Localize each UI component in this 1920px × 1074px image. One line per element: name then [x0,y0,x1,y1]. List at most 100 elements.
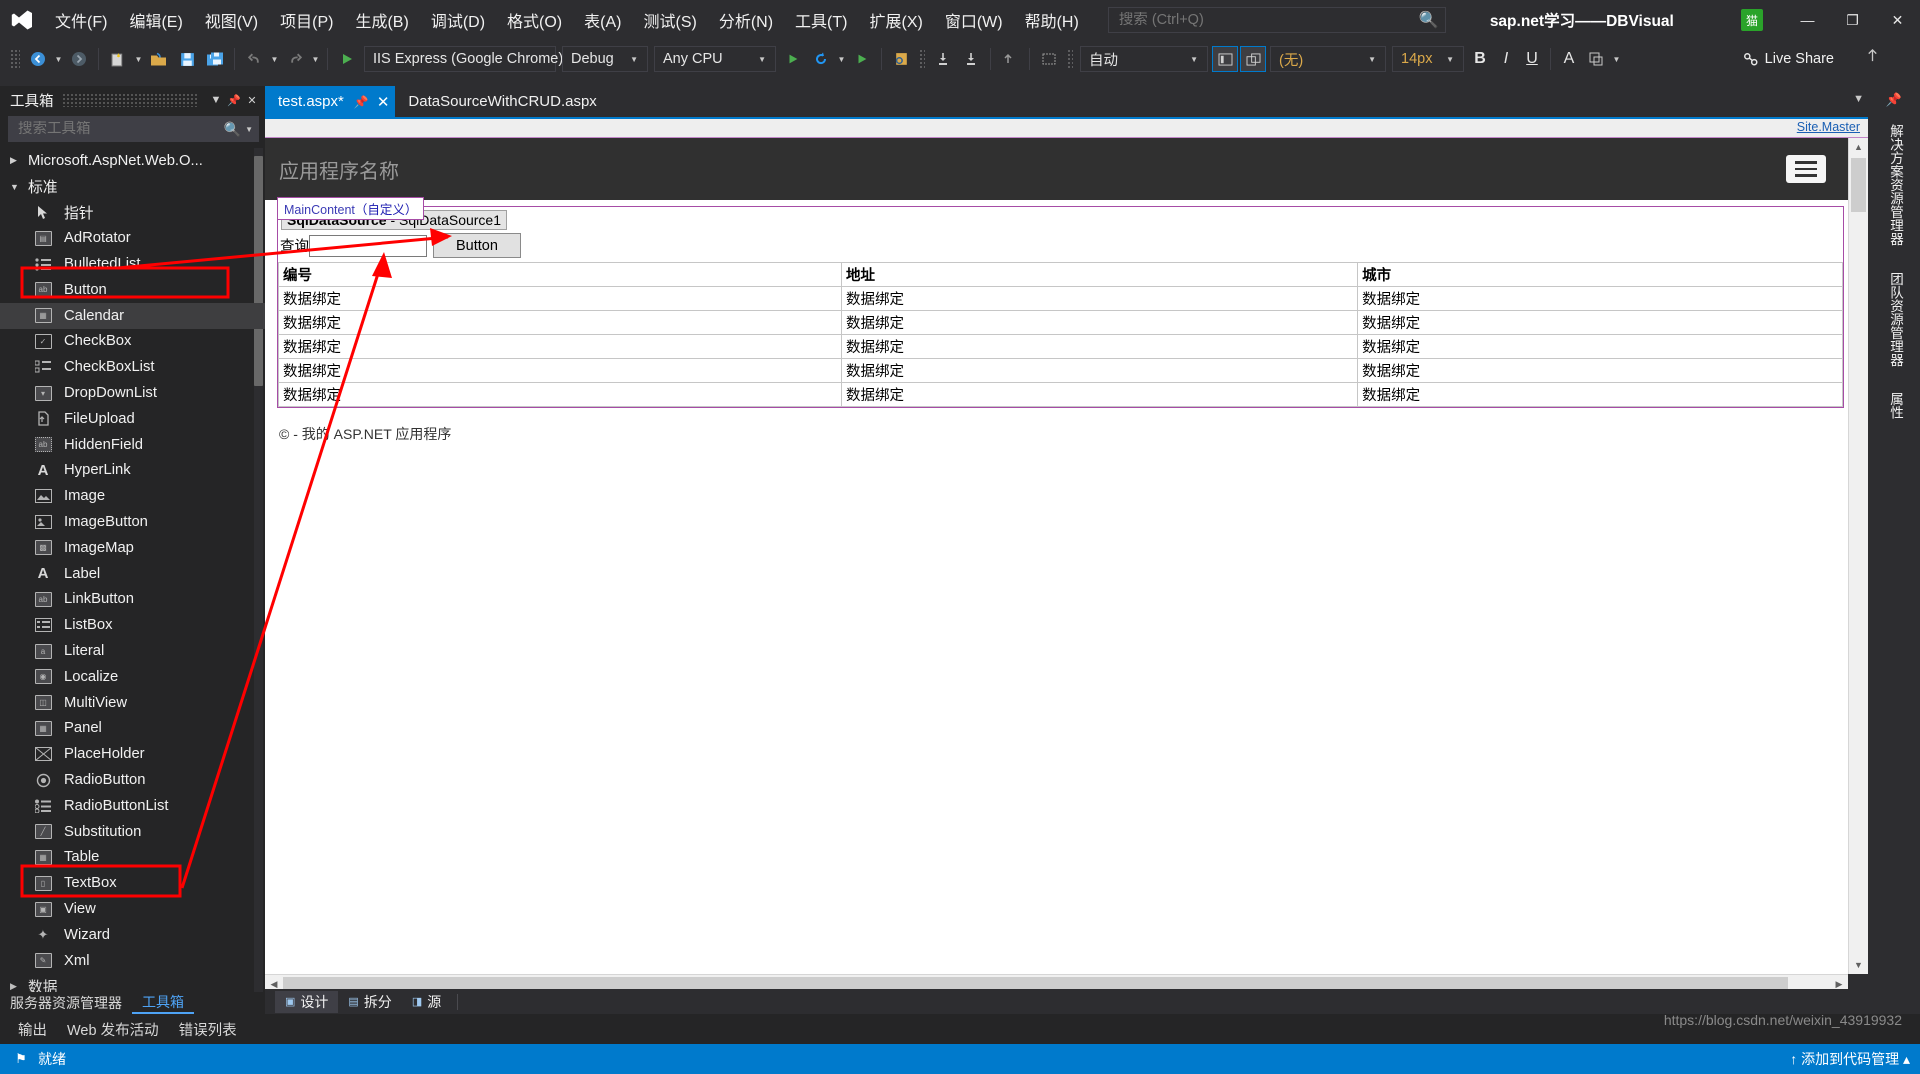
redo-dropdown-icon[interactable]: ▼ [309,55,322,64]
toolbox-item-placeholder[interactable]: PlaceHolder [0,741,265,767]
quick-launch-input[interactable] [1118,12,1419,28]
content-placeholder-region[interactable]: MainContent（自定义） SqlDataSource - SqlData… [265,197,1848,408]
restart-icon[interactable] [807,45,835,73]
editor-tab-test-aspx[interactable]: test.aspx* 📌 ✕ [265,86,396,117]
undo-dropdown-icon[interactable]: ▼ [268,55,281,64]
continue-icon[interactable] [848,45,876,73]
toolbox-item-literal[interactable]: a Literal [0,638,265,664]
menu-item-edit[interactable]: 编辑(E) [118,0,193,40]
menu-item-extensions[interactable]: 扩展(X) [858,0,933,40]
menu-item-tools[interactable]: 工具(T) [784,0,858,40]
table-row[interactable]: 数据绑定 数据绑定 数据绑定 [277,358,1843,383]
step-into-icon[interactable] [929,45,957,73]
design-vertical-scroll-thumb[interactable] [1851,158,1866,212]
feedback-icon[interactable] [1865,48,1880,67]
toolbox-item-xml[interactable]: ✎ Xml [0,948,265,974]
rail-tab-team-explorer[interactable]: 团队资源管理器 [1883,262,1905,377]
restart-dropdown-icon[interactable]: ▼ [835,55,848,64]
toolbox-item-imagebutton[interactable]: ImageButton [0,509,265,535]
style-target-icon[interactable] [1035,45,1063,73]
navigate-backward-dropdown-icon[interactable]: ▼ [52,55,65,64]
italic-button[interactable]: I [1493,45,1519,73]
toolbox-item-imagemap[interactable]: ▩ ImageMap [0,535,265,561]
font-color-button[interactable]: A [1556,45,1582,73]
toolbox-item-table[interactable]: ▦ Table [0,845,265,871]
redo-icon[interactable] [281,45,309,73]
step-out-icon[interactable] [996,45,1024,73]
toolbox-item-dropdownlist[interactable]: ▾ DropDownList [0,380,265,406]
find-icon[interactable] [887,45,915,73]
new-project-icon[interactable] [104,45,132,73]
close-icon[interactable]: ✕ [377,93,390,111]
highlight-dropdown-icon[interactable]: ▼ [1610,55,1623,64]
style-class-combo[interactable]: (无) ▼ [1270,46,1386,72]
navigate-backward-icon[interactable] [24,45,52,73]
scroll-down-icon[interactable]: ▼ [1849,956,1868,974]
save-all-icon[interactable] [201,45,229,73]
status-right[interactable]: ↑ 添加到代码管理 ▴ [1790,1049,1910,1069]
toolbox-item-view[interactable]: ▣ View [0,896,265,922]
rail-tab-properties[interactable]: 属性 [1883,382,1905,429]
toolbox-search[interactable]: 🔍 ▼ [8,116,259,142]
query-button[interactable]: Button [433,233,521,258]
view-tab-split[interactable]: ▤ 拆分 [338,991,401,1013]
editor-tab-datasourcewithcrud-aspx[interactable]: DataSourceWithCRUD.aspx [395,86,602,117]
master-page-link[interactable]: Site.Master [1797,120,1860,134]
toolbox-item-checkboxlist[interactable]: CheckBoxList [0,354,265,380]
chevron-right-icon[interactable]: ▶ [10,155,28,166]
menu-item-debug[interactable]: 调试(D) [420,0,496,40]
menu-item-table[interactable]: 表(A) [573,0,632,40]
configuration-combo[interactable]: Debug ▼ [562,46,648,72]
toolbox-item-wizard[interactable]: ✦ Wizard [0,922,265,948]
table-row[interactable]: 数据绑定 数据绑定 数据绑定 [277,286,1843,311]
tab-toolbox[interactable]: 工具箱 [132,992,194,1014]
menu-item-help[interactable]: 帮助(H) [1014,0,1090,40]
design-surface[interactable]: 应用程序名称 MainContent（自定义） SqlDataSource - … [265,138,1848,994]
maximize-button[interactable]: ❐ [1830,0,1875,40]
open-file-icon[interactable] [145,45,173,73]
quick-launch-search[interactable]: 🔍 [1107,7,1446,33]
toolbox-drag-handle[interactable] [61,93,199,107]
menu-item-build[interactable]: 生成(B) [344,0,419,40]
view-tab-source[interactable]: ◨ 源 [402,991,451,1013]
pin-icon[interactable]: 📌 [354,95,369,109]
toolbox-item-localize[interactable]: ◉ Localize [0,664,265,690]
chevron-down-icon[interactable]: ▼ [10,182,28,192]
toolbox-item-adrotator[interactable]: ▤ AdRotator [0,225,265,251]
toolbox-item-panel[interactable]: ▦ Panel [0,716,265,742]
toolbar-grip[interactable] [10,49,20,69]
toolbox-item-calendar[interactable]: ▦ Calendar [0,302,265,329]
toolbox-item-listbox[interactable]: ListBox [0,612,265,638]
toolbox-item-hiddenfield[interactable]: ab HiddenField [0,432,265,458]
toolbox-group-data[interactable]: ▶ 数据 [0,974,265,992]
toolbox-item-linkbutton[interactable]: ab LinkButton [0,587,265,613]
design-vertical-scrollbar[interactable]: ▲ ▼ [1848,138,1868,974]
toolbox-item-radiobuttonlist[interactable]: RadioButtonList [0,793,265,819]
rail-tab-solution-explorer[interactable]: 解决方案资源管理器 [1883,114,1905,256]
undo-icon[interactable] [240,45,268,73]
toolbox-item-checkbox[interactable]: ✓ CheckBox [0,329,265,355]
close-icon[interactable]: ✕ [243,94,261,107]
menu-item-test[interactable]: 测试(S) [632,0,707,40]
toolbox-search-input[interactable] [18,121,220,137]
chevron-down-icon[interactable]: ▼ [245,125,253,134]
menu-item-view[interactable]: 视图(V) [194,0,269,40]
live-share-button[interactable]: Live Share [1734,46,1842,72]
new-style-toggle[interactable] [1240,46,1266,72]
table-row[interactable]: 数据绑定 数据绑定 数据绑定 [277,334,1843,359]
save-icon[interactable] [173,45,201,73]
toolbox-item-substitution[interactable]: ╱ Substitution [0,819,265,845]
tab-error-list[interactable]: 错误列表 [169,1014,247,1044]
hamburger-menu-icon[interactable] [1786,155,1826,183]
toolbox-item-multiview[interactable]: ◫ MultiView [0,690,265,716]
bold-button[interactable]: B [1467,45,1493,73]
toolbox-item-hyperlink[interactable]: A HyperLink [0,458,265,484]
query-textbox[interactable] [309,234,427,257]
toolbox-item-bulletedlist[interactable]: BulletedList [0,251,265,277]
menu-item-window[interactable]: 窗口(W) [934,0,1014,40]
tab-output[interactable]: 输出 [8,1014,57,1044]
close-button[interactable]: ✕ [1875,0,1920,40]
start-debugging-icon[interactable] [333,45,361,73]
gridview-control[interactable]: 编号 地址 城市 数据绑定 数据绑定 数据绑定 数据绑定 数据绑定 数据绑定 数… [277,262,1843,407]
toolbox-item-image[interactable]: Image [0,483,265,509]
